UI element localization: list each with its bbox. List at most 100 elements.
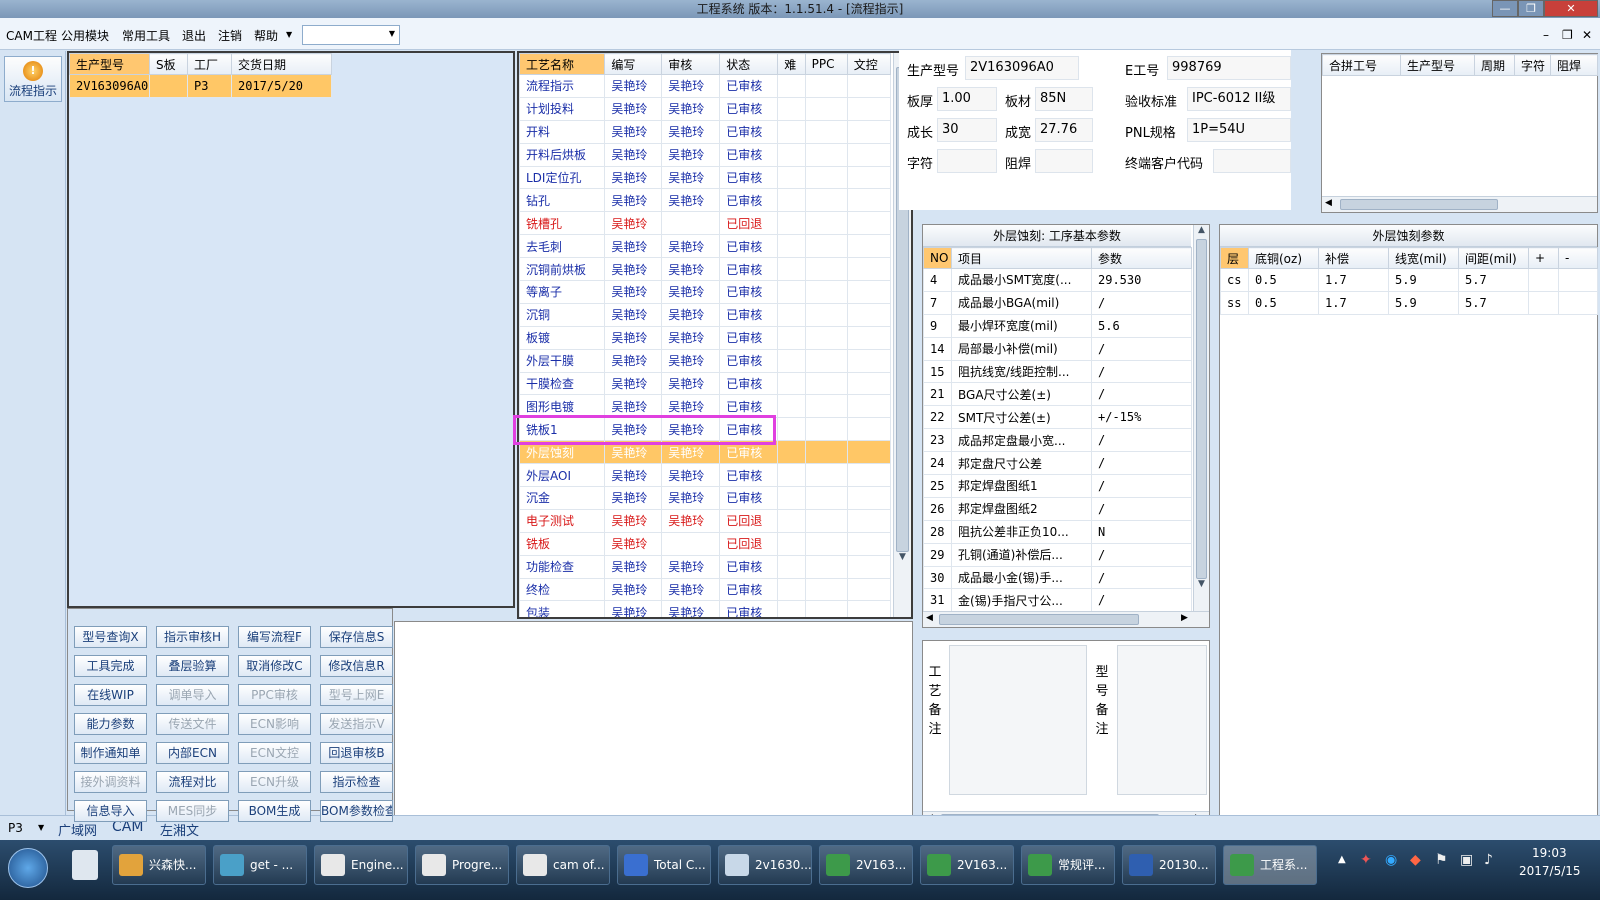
field-prod-no[interactable]: 2V163096A0 <box>965 56 1079 80</box>
tray-security-icon[interactable]: ◆ <box>1410 852 1421 868</box>
col-layer[interactable]: 层 <box>1220 247 1249 269</box>
col-spacing[interactable]: 间距(mil) <box>1458 247 1529 269</box>
function-button[interactable]: MES同步 <box>156 800 229 822</box>
taskbar-item[interactable]: get - ... <box>213 845 307 885</box>
col-plus[interactable]: + <box>1528 247 1559 269</box>
function-button[interactable]: 保存信息S <box>320 626 393 648</box>
field-char[interactable] <box>937 149 997 173</box>
minimize-button[interactable]: — <box>1492 0 1518 17</box>
param-row[interactable]: 14 局部最小补偿(mil) / <box>923 336 1192 361</box>
function-button[interactable]: 调单导入 <box>156 684 229 706</box>
field-pnl[interactable]: 1P=54U <box>1187 118 1291 142</box>
process-row[interactable]: 终检 吴艳玲 吴艳玲 已审核 <box>519 577 892 602</box>
param-row[interactable]: 21 BGA尺寸公差(±) / <box>923 382 1192 407</box>
taskbar-item[interactable]: 常规评... <box>1021 845 1115 885</box>
tray-up-icon[interactable]: ▲ <box>1338 854 1346 865</box>
process-row[interactable]: 外层干膜 吴艳玲 吴艳玲 已审核 <box>519 348 892 373</box>
scroll-thumb[interactable] <box>1340 199 1498 210</box>
process-row[interactable]: 钻孔 吴艳玲 吴艳玲 已审核 <box>519 188 892 213</box>
col-ppc[interactable]: PPC <box>804 53 848 75</box>
param-row[interactable]: 7 成品最小BGA(mil) / <box>923 290 1192 315</box>
process-row[interactable]: LDI定位孔 吴艳玲 吴艳玲 已审核 <box>519 165 892 190</box>
function-button[interactable]: BOM参数检查 <box>320 800 393 822</box>
function-button[interactable]: 接外调资料 <box>74 771 147 793</box>
taskbar-item[interactable]: 兴森快... <box>112 845 206 885</box>
scroll-up-icon[interactable]: ▲ <box>1194 225 1209 239</box>
col-line-width[interactable]: 线宽(mil) <box>1388 247 1459 269</box>
maximize-button[interactable]: ❐ <box>1518 0 1544 17</box>
param-row[interactable]: 24 邦定盘尺寸公差 / <box>923 451 1192 476</box>
param-row[interactable]: 31 金(锡)手指尺寸公... / <box>923 588 1192 613</box>
param-row[interactable]: 28 阻抗公差非正负10... N <box>923 519 1192 544</box>
mdi-minimize-button[interactable]: – <box>1543 28 1549 42</box>
col-merge-mask[interactable]: 阻焊 <box>1550 54 1598 76</box>
col-status[interactable]: 状态 <box>719 53 779 75</box>
taskbar-item[interactable]: cam of... <box>516 845 610 885</box>
menu-exit[interactable]: 退出 <box>182 27 206 44</box>
function-button[interactable]: 在线WIP <box>74 684 147 706</box>
col-no[interactable]: NO <box>923 247 952 269</box>
process-row[interactable]: 铣槽孔 吴艳玲 已回退 <box>519 211 892 236</box>
factory-combo[interactable]: ▼ <box>302 25 400 45</box>
process-row[interactable]: 电子测试 吴艳玲 吴艳玲 已回退 <box>519 508 892 533</box>
scroll-thumb[interactable] <box>939 614 1139 625</box>
menu-help[interactable]: 帮助 <box>254 27 278 44</box>
process-row[interactable]: 开料 吴艳玲 吴艳玲 已审核 <box>519 119 892 144</box>
param-row[interactable]: 29 孔铜(通道)补偿后... / <box>923 542 1192 567</box>
function-button[interactable]: 型号查询X <box>74 626 147 648</box>
flow-indication-button[interactable]: ! 流程指示 <box>4 56 62 102</box>
field-material[interactable]: 85N <box>1035 87 1093 111</box>
status-link-wan[interactable]: 广域网 <box>58 820 97 839</box>
function-button[interactable]: 发送指示V <box>320 713 393 735</box>
field-standard[interactable]: IPC-6012 II级 <box>1187 87 1291 111</box>
param-row[interactable]: 23 成品邦定盘最小宽... / <box>923 428 1192 453</box>
taskbar-item[interactable]: Progre... <box>415 845 509 885</box>
col-doc-control[interactable]: 文控 <box>846 53 892 75</box>
clock-time[interactable]: 19:03 <box>1532 846 1567 860</box>
function-button[interactable]: 信息导入 <box>74 800 147 822</box>
col-writer[interactable]: 编写 <box>604 53 663 75</box>
scroll-down-icon[interactable]: ▼ <box>1194 579 1209 593</box>
function-button[interactable]: 指示审核H <box>156 626 229 648</box>
col-minus[interactable]: - <box>1558 247 1598 269</box>
scroll-down-icon[interactable]: ▼ <box>894 552 911 566</box>
merge-hscroll[interactable]: ◀ <box>1322 196 1597 212</box>
param-row[interactable]: 22 SMT尺寸公差(±) +/-15% <box>923 405 1192 430</box>
col-merge-char[interactable]: 字符 <box>1514 54 1551 76</box>
function-button[interactable]: 传送文件 <box>156 713 229 735</box>
scroll-left-icon[interactable]: ◀ <box>926 613 933 623</box>
field-length[interactable]: 30 <box>937 118 997 142</box>
scroll-right-icon[interactable]: ▶ <box>1181 613 1188 623</box>
function-button[interactable]: BOM生成 <box>238 800 311 822</box>
etch-row[interactable]: ss 0.5 1.7 5.9 5.7 <box>1220 290 1598 315</box>
taskbar-item[interactable]: 2V163... <box>920 845 1014 885</box>
menu-common-module[interactable]: 公用模块 <box>61 27 109 44</box>
field-thickness[interactable]: 1.00 <box>937 87 997 111</box>
start-button[interactable] <box>8 848 48 888</box>
mdi-close-button[interactable]: ✕ <box>1582 28 1592 42</box>
col-param[interactable]: 参数 <box>1091 247 1192 269</box>
process-row[interactable]: 沉铜 吴艳玲 吴艳玲 已审核 <box>519 302 892 327</box>
model-remark-field[interactable] <box>1117 645 1207 795</box>
function-button[interactable]: 指示检查 <box>320 771 393 793</box>
taskbar-item[interactable]: 2v1630... <box>718 845 812 885</box>
function-button[interactable]: 修改信息R <box>320 655 393 677</box>
menu-cam[interactable]: CAM工程 <box>6 27 57 44</box>
order-row[interactable]: 2V163096A0 P3 2017/5/20 <box>69 74 332 98</box>
process-row[interactable]: 流程指示 吴艳玲 吴艳玲 已审核 <box>519 74 892 98</box>
process-row[interactable]: 计划投料 吴艳玲 吴艳玲 已审核 <box>519 96 892 121</box>
col-merge-prod[interactable]: 生产型号 <box>1400 54 1475 76</box>
process-row[interactable]: 等离子 吴艳玲 吴艳玲 已审核 <box>519 280 892 304</box>
col-delivery-date[interactable]: 交货日期 <box>231 53 332 75</box>
param-row[interactable]: 25 邦定焊盘图纸1/ <box>923 474 1192 498</box>
params-vscroll[interactable]: ▲ ▼ <box>1193 225 1209 611</box>
function-button[interactable]: ECN影响 <box>238 713 311 735</box>
tray-app-icon[interactable]: ✦ <box>1360 852 1372 868</box>
function-button[interactable]: PPC审核 <box>238 684 311 706</box>
tray-network-icon[interactable]: ▣ <box>1460 852 1473 868</box>
process-row[interactable]: 沉铜前烘板 吴艳玲 吴艳玲 已审核 <box>519 257 892 282</box>
status-factory[interactable]: P3 <box>8 821 23 835</box>
param-row[interactable]: 9 最小焊环宽度(mil) 5.6 <box>923 313 1192 338</box>
function-button[interactable]: 编写流程F <box>238 626 311 648</box>
function-button[interactable]: ECN文控 <box>238 742 311 764</box>
